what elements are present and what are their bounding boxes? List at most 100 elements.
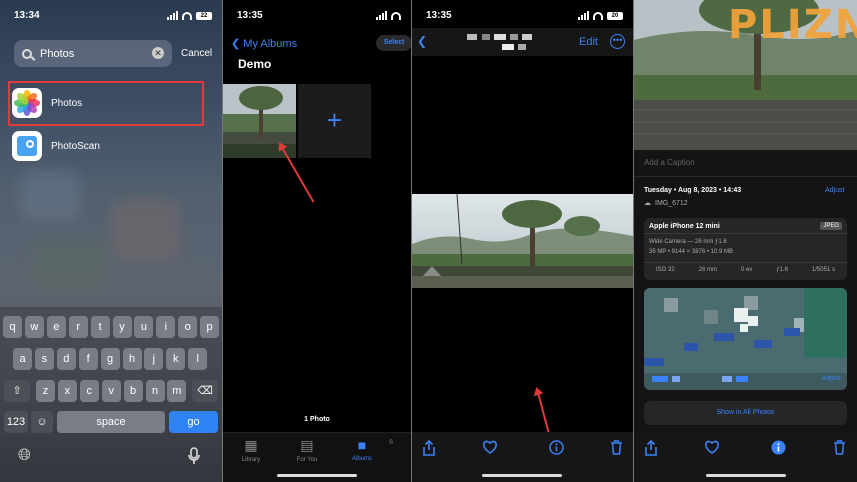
key-p[interactable]: p	[200, 316, 220, 338]
trash-icon[interactable]	[833, 440, 846, 459]
info-filled-icon[interactable]	[771, 440, 786, 459]
chevron-left-icon: ❮	[231, 38, 244, 50]
exif-value: 0 ev	[740, 267, 753, 273]
home-indicator	[706, 474, 786, 477]
space-key[interactable]: space	[57, 411, 165, 433]
blurred-background	[110, 200, 180, 260]
file-name-row: ☁︎ IMG_6712	[644, 199, 688, 208]
key-k[interactable]: k	[166, 348, 186, 370]
key-n[interactable]: n	[145, 380, 165, 402]
albums-icon: ■	[357, 437, 367, 453]
exif-value: ISO 32	[655, 267, 675, 273]
key-x[interactable]: x	[57, 380, 77, 402]
key-v[interactable]: v	[101, 380, 121, 402]
shift-key[interactable]: ⇧	[4, 380, 30, 402]
photo-info-screen: PLIZN Add a Caption Tuesday • Aug 8, 202…	[634, 0, 857, 482]
back-label: My Albums	[243, 38, 298, 50]
key-d[interactable]: d	[56, 348, 76, 370]
microphone-icon[interactable]	[188, 447, 200, 470]
cloud-icon: ☁︎	[644, 200, 651, 207]
add-photo-button[interactable]: +	[298, 84, 371, 158]
key-s[interactable]: s	[34, 348, 54, 370]
file-name: IMG_6712	[655, 199, 688, 207]
wifi-icon	[182, 11, 192, 20]
tab-label: Library	[241, 457, 261, 463]
key-o[interactable]: o	[178, 316, 198, 338]
back-chevron-icon[interactable]: ❮	[417, 34, 427, 48]
adjust-location-button[interactable]: Adjust	[822, 375, 841, 382]
location-map[interactable]: Adjust	[644, 288, 847, 390]
globe-icon[interactable]: 🌐︎	[18, 447, 31, 465]
tab-label: S	[389, 440, 394, 446]
status-bar: 13:35 20	[426, 10, 623, 24]
tab-label: For You	[296, 457, 318, 463]
key-z[interactable]: z	[36, 380, 55, 402]
key-c[interactable]: c	[79, 380, 99, 402]
back-button[interactable]: ❮ My Albums	[231, 37, 297, 50]
show-in-all-photos-button[interactable]: Show in All Photos	[644, 401, 847, 425]
more-icon[interactable]: •••	[610, 34, 625, 49]
key-b[interactable]: b	[123, 380, 143, 402]
highlight-box	[8, 81, 204, 126]
key-r[interactable]: r	[68, 316, 88, 338]
search-result-photoscan[interactable]: PhotoScan	[12, 131, 100, 161]
home-indicator	[277, 474, 357, 477]
photoscan-app-icon	[12, 131, 42, 161]
key-m[interactable]: m	[167, 380, 187, 402]
search-input[interactable]: Photos ✕	[14, 40, 172, 67]
key-q[interactable]: q	[3, 316, 22, 338]
format-badge: JPEG	[820, 222, 842, 230]
share-icon[interactable]	[644, 439, 658, 460]
key-i[interactable]: i	[156, 316, 176, 338]
cancel-button[interactable]: Cancel	[181, 48, 212, 59]
tab-search[interactable]: S	[389, 437, 409, 446]
clear-search-icon[interactable]: ✕	[152, 47, 164, 59]
key-f[interactable]: f	[78, 348, 98, 370]
exif-value: 1/5051 s	[811, 267, 835, 273]
signal-icon	[578, 11, 589, 20]
key-h[interactable]: h	[122, 348, 142, 370]
adjust-date-button[interactable]: Adjust	[825, 187, 844, 194]
key-a[interactable]: a	[13, 348, 32, 370]
tab-for-you[interactable]: ▤ For You	[287, 437, 327, 463]
key-u[interactable]: u	[134, 316, 154, 338]
home-indicator	[482, 474, 562, 477]
status-bar: 13:35	[237, 10, 401, 24]
key-e[interactable]: e	[46, 316, 66, 338]
emoji-key[interactable]: ☺	[31, 411, 53, 433]
select-button[interactable]: Select	[376, 35, 411, 51]
caption-input[interactable]: Add a Caption	[644, 158, 695, 167]
search-input-value: Photos	[40, 47, 75, 60]
key-l[interactable]: l	[188, 348, 208, 370]
key-j[interactable]: j	[144, 348, 164, 370]
go-key[interactable]: go	[169, 411, 218, 433]
tab-library[interactable]: ▦ Library	[231, 437, 271, 463]
info-icon[interactable]	[549, 440, 564, 459]
photo-viewer-screen: 13:35 20 ❮ Edit •••	[412, 0, 633, 482]
key-g[interactable]: g	[100, 348, 120, 370]
panorama-photo[interactable]	[412, 194, 633, 288]
numbers-key[interactable]: 123	[4, 411, 28, 433]
exif-value: ƒ1.6	[776, 267, 788, 273]
photo-count: 1 Photo	[304, 416, 330, 423]
blurred-background	[30, 240, 110, 290]
delete-key[interactable]: ⌫	[192, 380, 218, 402]
battery-icon: 20	[607, 11, 623, 20]
tab-albums[interactable]: ■ Albums	[342, 437, 382, 462]
divider	[634, 176, 857, 177]
status-time: 13:34	[14, 10, 40, 21]
blurred-background	[20, 170, 80, 220]
edit-button[interactable]: Edit	[579, 36, 598, 48]
share-icon[interactable]	[422, 439, 436, 460]
status-time: 13:35	[237, 10, 263, 21]
camera-info-box: Apple iPhone 12 mini JPEG Wide Camera — …	[644, 218, 847, 280]
trash-icon[interactable]	[610, 440, 623, 459]
heart-icon[interactable]	[704, 440, 720, 458]
key-w[interactable]: w	[24, 316, 44, 338]
key-y[interactable]: y	[112, 316, 132, 338]
wifi-icon	[391, 11, 401, 20]
album-title: Demo	[238, 57, 272, 71]
key-t[interactable]: t	[90, 316, 110, 338]
heart-icon[interactable]	[482, 440, 498, 458]
watermark-logo: PLIZN	[728, 2, 857, 48]
